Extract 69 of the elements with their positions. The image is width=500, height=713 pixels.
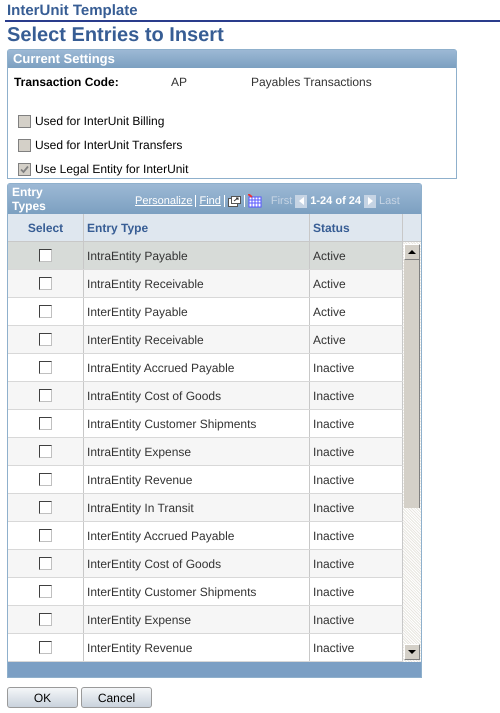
checkbox[interactable] — [39, 417, 52, 430]
field-label: Transaction Code: — [14, 74, 120, 91]
page-heading: Select Entries to Insert — [7, 23, 225, 47]
field-value: Payables Transactions — [251, 74, 372, 91]
grid-row[interactable]: IntraEntity Receivable Active — [8, 270, 403, 298]
table-cell: IntraEntity Receivable — [84, 270, 310, 297]
grid-row[interactable]: InterEntity Receivable Active — [8, 326, 403, 354]
grid-row[interactable]: InterEntity Revenue Inactive — [8, 634, 403, 662]
table-cell: IntraEntity Accrued Payable — [84, 354, 310, 381]
grid-row[interactable]: InterEntity Customer Shipments Inactive — [8, 578, 403, 606]
grid-row[interactable]: InterEntity Payable Active — [8, 298, 403, 326]
table-cell: InterEntity Customer Shipments — [84, 578, 310, 605]
page-range: 1-24 of 24 — [310, 194, 362, 209]
grid-row[interactable]: IntraEntity Revenue Inactive — [8, 466, 403, 494]
checkbox[interactable] — [18, 138, 31, 152]
checkbox-label: Used for InterUnit Billing — [35, 113, 164, 130]
table-cell: InterEntity Revenue — [84, 634, 310, 661]
grid-row[interactable]: IntraEntity In Transit Inactive — [8, 494, 403, 522]
column-header: Entry Type — [84, 214, 310, 241]
checkbox-label: Used for InterUnit Transfers — [35, 137, 182, 154]
page-title: InterUnit Template — [7, 2, 139, 20]
scroll-up-button[interactable] — [404, 244, 420, 260]
grid-row[interactable]: IntraEntity Cost of Goods Inactive — [8, 382, 403, 410]
table-cell: IntraEntity Customer Shipments — [84, 410, 310, 437]
checkbox[interactable] — [39, 473, 52, 486]
grid-row[interactable]: InterEntity Accrued Payable Inactive — [8, 522, 403, 550]
dialog-button[interactable]: OK — [7, 687, 78, 708]
grid-icon[interactable] — [248, 194, 262, 208]
checkbox[interactable] — [18, 162, 31, 176]
grid-row[interactable]: InterEntity Expense Inactive — [8, 606, 403, 634]
checkbox[interactable] — [39, 557, 52, 570]
column-header: Select — [8, 214, 84, 241]
checkbox[interactable] — [39, 305, 52, 318]
grid-row[interactable]: IntraEntity Expense Inactive — [8, 438, 403, 466]
checkbox[interactable] — [39, 333, 52, 346]
checkbox[interactable] — [39, 445, 52, 458]
table-cell: IntraEntity Expense — [84, 438, 310, 465]
table-cell: IntraEntity Cost of Goods — [84, 382, 310, 409]
scroll-down-button[interactable] — [404, 644, 420, 660]
dialog-button[interactable]: Cancel — [81, 687, 152, 708]
table-cell: InterEntity Cost of Goods — [84, 550, 310, 577]
table-cell: IntraEntity Payable — [84, 242, 310, 269]
table-cell: InterEntity Expense — [84, 606, 310, 633]
checkbox[interactable] — [39, 585, 52, 598]
grid-row[interactable]: IntraEntity Accrued Payable Inactive — [8, 354, 403, 382]
grid-row[interactable]: IntraEntity Payable Active — [8, 242, 403, 270]
checkbox[interactable] — [39, 613, 52, 626]
scroll-thumb[interactable] — [404, 260, 420, 508]
table-cell: IntraEntity Revenue — [84, 466, 310, 493]
checkbox[interactable] — [39, 361, 52, 374]
checkbox[interactable] — [39, 389, 52, 402]
table-cell: InterEntity Payable — [84, 298, 310, 325]
grid-row[interactable]: IntraEntity Customer Shipments Inactive — [8, 410, 403, 438]
checkbox[interactable] — [39, 249, 52, 262]
table-cell: InterEntity Accrued Payable — [84, 522, 310, 549]
field-value: AP — [171, 74, 188, 91]
table-cell: IntraEntity In Transit — [84, 494, 310, 521]
scrollbar[interactable] — [403, 242, 421, 662]
grid-row[interactable]: InterEntity Cost of Goods Inactive — [8, 550, 403, 578]
new-window-icon[interactable] — [228, 196, 241, 207]
checkbox[interactable] — [39, 501, 52, 514]
checkbox[interactable] — [39, 529, 52, 542]
checkbox-label: Use Legal Entity for InterUnit — [35, 161, 188, 178]
checkbox[interactable] — [39, 277, 52, 290]
panel-header: Current Settings — [8, 50, 456, 68]
checkbox[interactable] — [39, 641, 52, 654]
grid-title: Entry Types — [11, 184, 47, 213]
checkbox[interactable] — [18, 114, 31, 128]
table-cell: InterEntity Receivable — [84, 326, 310, 353]
